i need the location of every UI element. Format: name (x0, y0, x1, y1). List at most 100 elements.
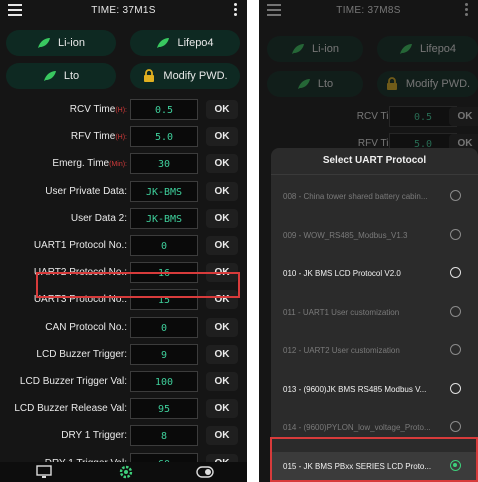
lto-label: Lto (63, 70, 80, 82)
setting-row: LCD Buzzer Release Val: 95 OK (0, 395, 247, 424)
lto-button[interactable]: Lto (267, 71, 363, 97)
setting-value-input[interactable]: 0.5 (389, 106, 457, 127)
setting-label: User Private Data: (45, 186, 127, 197)
protocol-option[interactable]: 008 - China tower shared battery cabin..… (271, 182, 478, 212)
setting-value-input[interactable]: 0.5 (130, 99, 198, 120)
protocol-option[interactable]: 010 - JK BMS LCD Protocol V2.0 (271, 259, 478, 289)
ok-button[interactable]: OK (449, 107, 478, 126)
setting-label: LCD Buzzer Release Val: (14, 403, 127, 414)
setting-value-input[interactable]: 8 (130, 425, 198, 447)
leaf-icon (399, 44, 412, 54)
radio-unselected-icon[interactable] (450, 421, 461, 432)
ok-button[interactable]: OK (206, 317, 238, 337)
radio-unselected-icon[interactable] (450, 228, 461, 240)
settings-gear-icon[interactable] (118, 464, 134, 480)
ok-button[interactable]: OK (206, 399, 238, 419)
ok-button[interactable]: OK (206, 100, 238, 119)
li-ion-label: Li-ion (312, 43, 339, 55)
lock-icon (144, 69, 155, 82)
setting-unit: (Min): (109, 161, 127, 169)
more-options-icon[interactable] (465, 3, 468, 18)
ok-button[interactable]: OK (206, 344, 238, 364)
radio-unselected-icon[interactable] (450, 267, 461, 278)
ok-button[interactable]: OK (206, 372, 238, 391)
setting-value-input[interactable]: JK-BMS (130, 180, 198, 202)
timer-title: TIME: 37M8S (336, 5, 401, 16)
ok-button[interactable]: OK (206, 181, 238, 201)
modify-pwd-button[interactable]: Modify PWD. (377, 71, 478, 97)
setting-label: LCD Buzzer Trigger: (36, 349, 127, 360)
top-bar: TIME: 37M8S (259, 0, 478, 24)
monitor-icon[interactable] (36, 465, 52, 479)
radio-unselected-icon[interactable] (450, 344, 461, 355)
more-options-icon[interactable] (234, 3, 237, 18)
setting-label: Emerg. Time(Min): (52, 158, 127, 169)
protocol-option-label: 012 - UART2 User customization (283, 346, 400, 355)
setting-row: UART1 Protocol No.: 0 OK (0, 232, 247, 261)
setting-value-input[interactable]: 30 (130, 153, 198, 175)
ok-button[interactable]: OK (206, 154, 238, 174)
setting-row: DRY 1 Trigger: 8 OK (0, 422, 247, 451)
left-screen: TIME: 37M1S Li-ion Lifepo4 Lto Modify PW… (0, 0, 247, 482)
highlight-box (36, 272, 240, 298)
setting-row: CAN Protocol No.: 0 OK (0, 314, 247, 343)
bottom-navigation (0, 462, 247, 482)
setting-label: UART1 Protocol No.: (34, 240, 127, 251)
leaf-icon (157, 38, 170, 48)
protocol-option[interactable]: 013 - (9600)JK BMS RS485 Modbus V... (271, 375, 478, 405)
li-ion-button[interactable]: Li-ion (267, 36, 363, 62)
setting-label-text: DRY 1 Trigger: (61, 430, 127, 442)
leaf-icon (292, 44, 305, 54)
lifepo4-button[interactable]: Lifepo4 (130, 30, 240, 56)
protocol-option[interactable]: 012 - UART2 User customization (271, 336, 478, 366)
setting-value-input[interactable]: 5.0 (130, 126, 198, 148)
lto-label: Lto (317, 78, 334, 90)
lock-icon (386, 77, 397, 90)
setting-row: RFV Time(H):5.0 OK (0, 123, 247, 152)
protocol-option-label: 009 - WOW_RS485_Modbus_V1.3 (283, 230, 408, 240)
ok-button[interactable]: OK (206, 127, 238, 147)
setting-label: DRY 1 Trigger: (61, 430, 127, 441)
lifepo4-label: Lifepo4 (419, 43, 457, 55)
setting-value-input[interactable]: 0 (130, 316, 198, 338)
setting-label: User Data 2: (71, 213, 127, 224)
setting-row: LCD Buzzer Trigger Val: 100 OK (0, 368, 247, 397)
li-ion-button[interactable]: Li-ion (6, 30, 116, 56)
dialog-title: Select UART Protocol (271, 148, 478, 175)
setting-value-input[interactable]: 0 (130, 235, 198, 256)
leaf-icon (297, 79, 310, 89)
radio-unselected-icon[interactable] (450, 190, 461, 201)
protocol-option-label: 013 - (9600)JK BMS RS485 Modbus V... (283, 384, 427, 394)
top-bar: TIME: 37M1S (0, 0, 247, 24)
setting-label-text: UART1 Protocol No.: (33, 240, 127, 251)
protocol-option[interactable]: 009 - WOW_RS485_Modbus_V1.3 (271, 221, 478, 251)
ok-button[interactable]: OK (206, 426, 238, 446)
radio-unselected-icon[interactable] (450, 305, 461, 317)
protocol-option[interactable]: 011 - UART1 User customization (271, 298, 478, 328)
setting-label-text: LCD Buzzer Trigger: (36, 348, 127, 360)
setting-label-text: User Private Data: (45, 185, 127, 197)
toggle-icon[interactable] (196, 466, 214, 478)
modify-pwd-label: Modify PWD. (405, 78, 471, 90)
ok-button[interactable]: OK (206, 208, 238, 228)
ok-button[interactable]: OK (206, 236, 238, 255)
protocol-option-label: 014 - (9600)PYLON_low_voltage_Proto... (283, 423, 431, 432)
setting-value-input[interactable]: 100 (130, 371, 198, 392)
lifepo4-button[interactable]: Lifepo4 (377, 36, 478, 62)
setting-row: RCV Time(H):0.5OK (259, 103, 478, 132)
lto-button[interactable]: Lto (6, 63, 116, 89)
setting-label: RCV Time(H): (70, 104, 127, 115)
setting-value-input[interactable]: 95 (130, 398, 198, 420)
modify-pwd-button[interactable]: Modify PWD. (130, 63, 240, 89)
setting-value-input[interactable]: JK-BMS (130, 207, 198, 229)
modify-pwd-label: Modify PWD. (163, 70, 228, 82)
setting-label-text: LCD Buzzer Trigger Val: (19, 376, 127, 387)
setting-value-input[interactable]: 9 (130, 343, 198, 365)
right-screen: TIME: 37M8S Li-ion Lifepo4 Lto Modify PW… (259, 0, 478, 482)
select-uart-protocol-dialog: Select UART Protocol 008 - China tower s… (271, 148, 478, 482)
setting-label: LCD Buzzer Trigger Val: (20, 376, 127, 387)
setting-label-text: User Data 2: (70, 212, 127, 224)
setting-label: RFV Time(H): (71, 131, 127, 142)
radio-unselected-icon[interactable] (450, 382, 461, 394)
setting-label: CAN Protocol No.: (45, 322, 127, 333)
